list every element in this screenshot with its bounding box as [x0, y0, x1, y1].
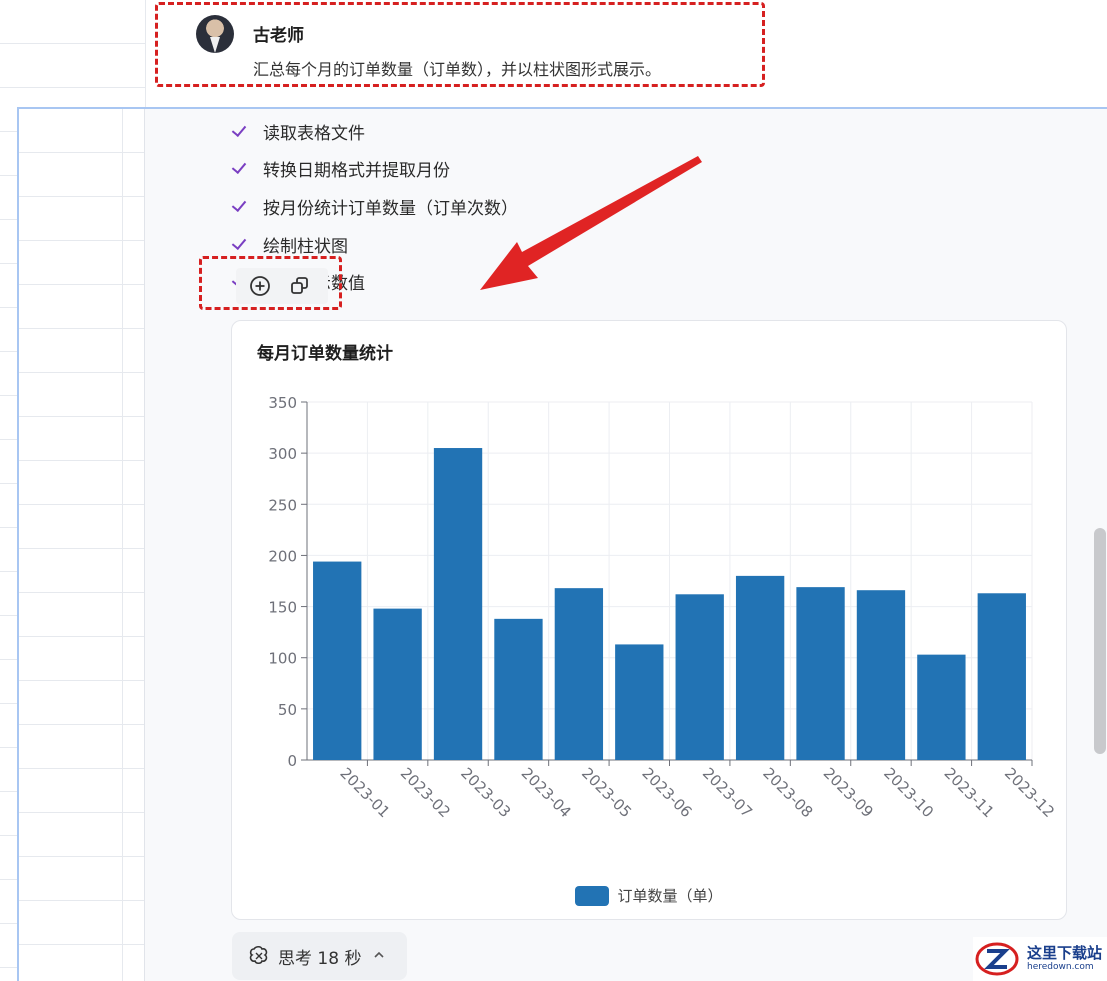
bar-2023-05	[554, 588, 604, 760]
bar-2023-10	[856, 590, 906, 760]
panel-sheet-columns	[19, 109, 145, 981]
thinking-toggle[interactable]: 思考 18 秒	[232, 932, 407, 980]
check-icon	[232, 197, 250, 215]
chart-legend[interactable]: 订单数量（单）	[232, 885, 1066, 906]
scrollbar-thumb[interactable]	[1094, 528, 1106, 754]
y-tick-label: 150	[268, 599, 297, 617]
step-item: 读取表格文件	[232, 118, 365, 144]
x-tick-label: 2023-02	[397, 764, 454, 821]
bar-2023-08	[735, 575, 785, 760]
bar-2023-06	[615, 644, 664, 760]
y-tick-label: 350	[268, 394, 297, 412]
brain-beta-icon	[249, 945, 268, 965]
bar-2023-09	[796, 587, 845, 760]
bar-2023-04	[494, 618, 543, 760]
thinking-label: 思考 18 秒	[278, 948, 362, 969]
check-icon	[232, 122, 250, 140]
bar-2023-02	[373, 608, 422, 760]
step-item: 绘制柱状图	[232, 231, 348, 257]
x-tick-label: 2023-06	[638, 764, 695, 821]
y-tick-label: 200	[268, 547, 297, 565]
watermark-logo-icon	[975, 942, 1019, 976]
user-avatar	[196, 15, 234, 53]
x-tick-label: 2023-03	[457, 764, 514, 821]
y-tick-label: 100	[268, 650, 297, 668]
watermark-en: heredown.com	[1027, 962, 1094, 972]
action-toolbar-highlight	[199, 256, 342, 310]
y-tick-label: 50	[278, 701, 297, 719]
x-tick-label: 2023-01	[336, 764, 393, 821]
x-tick-label: 2023-05	[578, 764, 635, 821]
user-message-text: 汇总每个月的订单数量（订单数），并以柱状图形式展示。	[253, 60, 662, 79]
check-icon	[232, 235, 250, 253]
bar-2023-07	[675, 594, 724, 760]
y-tick-label: 0	[287, 752, 297, 770]
watermark-cn: 这里下载站	[1027, 944, 1103, 962]
chevron-up-icon	[373, 949, 385, 963]
user-message-highlight: 古老师 汇总每个月的订单数量（订单数），并以柱状图形式展示。	[155, 2, 765, 87]
x-tick-label: 2023-10	[880, 764, 937, 821]
user-name: 古老师	[253, 26, 304, 46]
check-icon	[232, 159, 250, 177]
watermark: 这里下载站 heredown.com	[973, 937, 1107, 981]
bar-2023-03	[433, 448, 483, 760]
chart-card: 每月订单数量统计 0 50 100 150 200 250 300 350 2023-01 202…	[231, 320, 1067, 920]
y-tick-label: 300	[268, 445, 297, 463]
legend-swatch	[575, 885, 610, 906]
x-tick-label: 2023-08	[759, 764, 816, 821]
bar-chart: 0501001502002503003502023-01 2023-02 2023-…	[268, 394, 1058, 821]
bar-2023-11	[917, 654, 966, 760]
step-item: 转换日期格式并提取月份	[232, 155, 450, 181]
x-tick-label: 2023-09	[820, 764, 877, 821]
x-tick-label: 2023-04	[518, 764, 575, 821]
y-tick-label: 250	[268, 496, 297, 514]
bar-2023-12	[977, 593, 1026, 760]
step-label: 转换日期格式并提取月份	[263, 160, 450, 181]
action-toolbar	[236, 268, 328, 304]
copy-icon[interactable]	[288, 274, 312, 298]
x-tick-label: 2023-12	[1001, 764, 1058, 821]
x-tick-label: 2023-11	[941, 764, 998, 821]
step-label: 读取表格文件	[263, 123, 365, 144]
plus-circle-icon[interactable]	[248, 274, 272, 298]
legend-label: 订单数量（单）	[617, 887, 723, 905]
x-tick-label: 2023-07	[699, 764, 756, 821]
step-label: 绘制柱状图	[263, 236, 348, 257]
bar-2023-01	[313, 561, 362, 760]
annotation-arrow	[480, 156, 702, 290]
